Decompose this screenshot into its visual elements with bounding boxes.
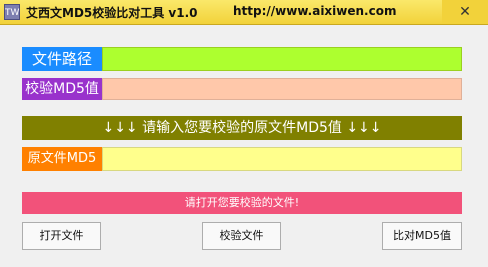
app-icon: TW xyxy=(4,4,20,20)
website-url: http://www.aixiwen.com xyxy=(233,4,397,18)
md5-label: 校验MD5值 xyxy=(22,78,102,100)
original-md5-field[interactable] xyxy=(102,147,462,171)
close-button[interactable]: ✕ xyxy=(442,0,488,24)
file-path-label: 文件路径 xyxy=(22,47,102,71)
status-message: 请打开您要校验的文件! xyxy=(22,192,462,214)
md5-field[interactable] xyxy=(102,78,462,100)
instruction-banner: ↓↓↓ 请输入您要校验的原文件MD5值 ↓↓↓ xyxy=(22,116,462,140)
verify-file-button[interactable]: 校验文件 xyxy=(202,222,281,250)
file-path-field[interactable] xyxy=(102,47,462,71)
close-icon[interactable]: ✕ xyxy=(459,4,471,20)
open-file-button[interactable]: 打开文件 xyxy=(22,222,101,250)
original-md5-label: 原文件MD5 xyxy=(22,147,102,171)
title-bar: TW 艾西文MD5校验比对工具 v1.0 http://www.aixiwen.… xyxy=(0,0,488,25)
compare-md5-button[interactable]: 比对MD5值 xyxy=(382,222,462,250)
window-title: 艾西文MD5校验比对工具 v1.0 xyxy=(26,6,198,20)
